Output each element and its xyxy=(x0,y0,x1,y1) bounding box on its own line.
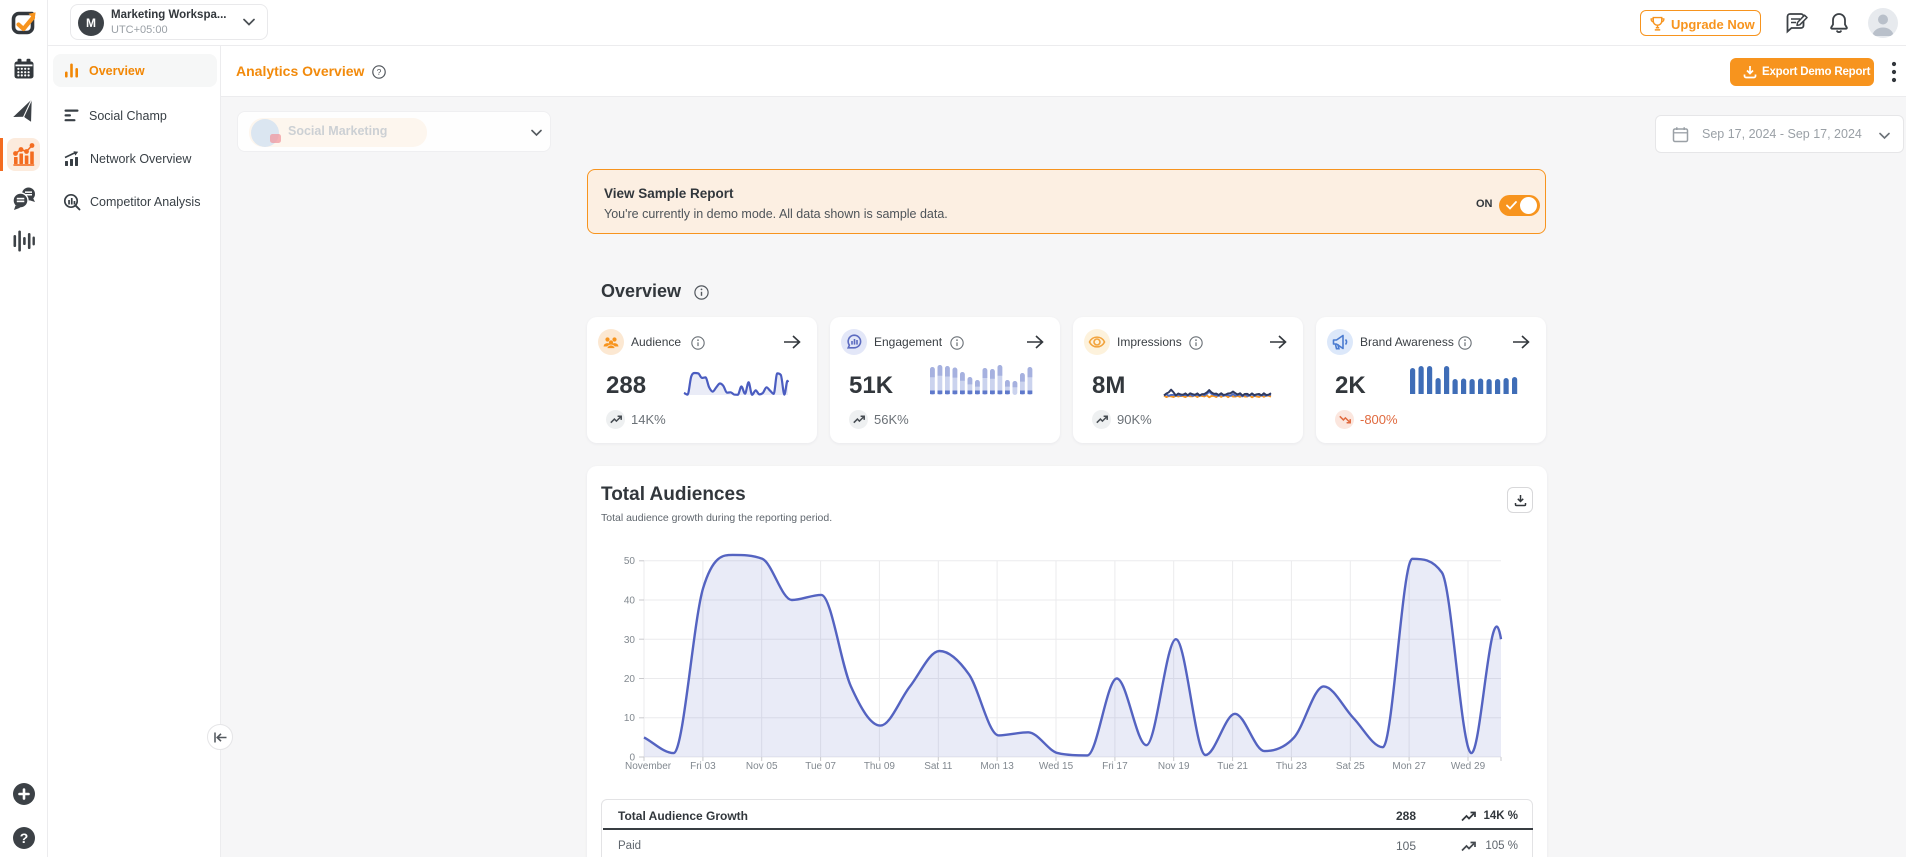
svg-text:?: ? xyxy=(20,830,29,846)
